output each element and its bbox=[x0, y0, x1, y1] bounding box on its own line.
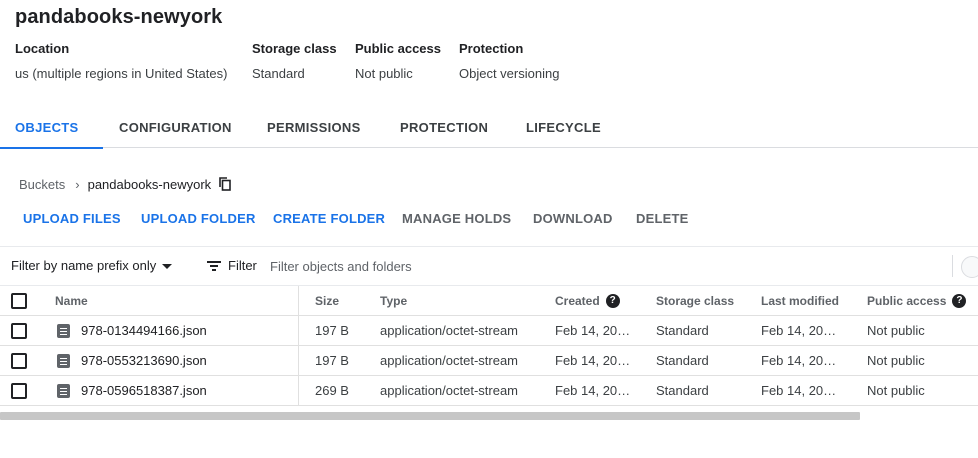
upload-folder-button[interactable]: UPLOAD FOLDER bbox=[141, 211, 256, 226]
filter-bar: Filter by name prefix only Filter bbox=[0, 246, 978, 286]
file-icon bbox=[57, 384, 70, 398]
object-type: application/octet-stream bbox=[380, 323, 519, 338]
object-size: 197 B bbox=[315, 353, 349, 368]
meta-label: Location bbox=[15, 41, 70, 56]
object-name-link[interactable]: 978-0553213690.json bbox=[81, 346, 207, 376]
object-storage-class: Standard bbox=[656, 383, 709, 398]
column-divider bbox=[298, 286, 299, 406]
filter-mode-select[interactable]: Filter by name prefix only bbox=[11, 247, 173, 285]
column-header-created[interactable]: Created? bbox=[555, 286, 620, 316]
table-row[interactable]: 978-0134494166.json 197 B application/oc… bbox=[0, 316, 978, 346]
delete-button[interactable]: DELETE bbox=[636, 211, 688, 226]
breadcrumb-buckets-link[interactable]: Buckets bbox=[19, 177, 65, 192]
object-storage-class: Standard bbox=[656, 353, 709, 368]
row-checkbox[interactable] bbox=[11, 383, 27, 399]
upload-files-button[interactable]: UPLOAD FILES bbox=[23, 211, 121, 226]
tab-lifecycle[interactable]: LIFECYCLE bbox=[526, 108, 601, 148]
column-header-type[interactable]: Type bbox=[380, 286, 407, 316]
object-type: application/octet-stream bbox=[380, 383, 519, 398]
filter-button-label: Filter bbox=[228, 258, 257, 273]
table-row[interactable]: 978-0596518387.json 269 B application/oc… bbox=[0, 376, 978, 406]
file-icon bbox=[57, 324, 70, 338]
divider bbox=[952, 255, 953, 277]
column-header-public-access-label: Public access bbox=[867, 294, 947, 308]
object-name-link[interactable]: 978-0596518387.json bbox=[81, 376, 207, 406]
chevron-right-icon: › bbox=[75, 176, 80, 192]
tab-bar: OBJECTS CONFIGURATION PERMISSIONS PROTEC… bbox=[0, 108, 978, 149]
meta-protection: Protection Object versioning bbox=[459, 41, 559, 81]
density-toggle[interactable] bbox=[961, 256, 978, 278]
object-storage-class: Standard bbox=[656, 323, 709, 338]
file-icon bbox=[57, 354, 70, 368]
column-header-size[interactable]: Size bbox=[315, 286, 339, 316]
object-last-modified: Feb 14, 20… bbox=[761, 353, 837, 368]
row-checkbox[interactable] bbox=[11, 353, 27, 369]
column-header-storage-class[interactable]: Storage class bbox=[656, 286, 734, 316]
meta-label: Public access bbox=[355, 41, 441, 56]
meta-label: Protection bbox=[459, 41, 524, 56]
object-public-access: Not public bbox=[867, 323, 925, 338]
meta-value: Object versioning bbox=[459, 66, 560, 81]
create-folder-button[interactable]: CREATE FOLDER bbox=[273, 211, 385, 226]
meta-location: Location us (multiple regions in United … bbox=[15, 41, 227, 81]
tab-configuration[interactable]: CONFIGURATION bbox=[119, 108, 232, 148]
manage-holds-button[interactable]: MANAGE HOLDS bbox=[402, 211, 511, 226]
filter-icon bbox=[207, 260, 221, 271]
copy-icon[interactable] bbox=[219, 177, 231, 191]
breadcrumb: Buckets › pandabooks-newyork bbox=[19, 175, 231, 193]
object-last-modified: Feb 14, 20… bbox=[761, 323, 837, 338]
bucket-title: pandabooks-newyork bbox=[15, 6, 223, 28]
filter-button[interactable]: Filter bbox=[207, 247, 257, 285]
tab-permissions[interactable]: PERMISSIONS bbox=[267, 108, 361, 148]
object-public-access: Not public bbox=[867, 383, 925, 398]
meta-value: Not public bbox=[355, 66, 413, 81]
object-created: Feb 14, 20… bbox=[555, 323, 631, 338]
object-created: Feb 14, 20… bbox=[555, 383, 631, 398]
row-checkbox[interactable] bbox=[11, 323, 27, 339]
object-created: Feb 14, 20… bbox=[555, 353, 631, 368]
column-header-name[interactable]: Name bbox=[55, 286, 88, 316]
filter-mode-label: Filter by name prefix only bbox=[11, 258, 157, 273]
caret-down-icon bbox=[162, 264, 173, 270]
help-icon[interactable]: ? bbox=[952, 293, 967, 308]
table-header: Name Size Type Created? Storage class La… bbox=[0, 286, 978, 316]
tab-objects[interactable]: OBJECTS bbox=[0, 108, 102, 149]
download-button[interactable]: DOWNLOAD bbox=[533, 211, 613, 226]
meta-value: Standard bbox=[252, 66, 305, 81]
column-header-created-label: Created bbox=[555, 294, 600, 308]
table-row[interactable]: 978-0553213690.json 197 B application/oc… bbox=[0, 346, 978, 376]
object-public-access: Not public bbox=[867, 353, 925, 368]
help-icon[interactable]: ? bbox=[605, 293, 620, 308]
meta-public-access: Public access Not public bbox=[355, 41, 441, 81]
object-type: application/octet-stream bbox=[380, 353, 519, 368]
object-last-modified: Feb 14, 20… bbox=[761, 383, 837, 398]
column-header-last-modified[interactable]: Last modified bbox=[761, 286, 839, 316]
column-header-public-access[interactable]: Public access? bbox=[867, 286, 967, 316]
horizontal-scrollbar[interactable] bbox=[0, 412, 860, 420]
select-all-checkbox[interactable] bbox=[11, 293, 27, 309]
breadcrumb-current: pandabooks-newyork bbox=[87, 176, 212, 192]
filter-input[interactable] bbox=[270, 257, 830, 275]
object-name-link[interactable]: 978-0134494166.json bbox=[81, 316, 207, 346]
object-size: 269 B bbox=[315, 383, 349, 398]
meta-value: us (multiple regions in United States) bbox=[15, 66, 228, 81]
tab-protection[interactable]: PROTECTION bbox=[400, 108, 488, 148]
meta-storage-class: Storage class Standard bbox=[252, 41, 337, 81]
meta-label: Storage class bbox=[252, 41, 337, 56]
object-size: 197 B bbox=[315, 323, 349, 338]
